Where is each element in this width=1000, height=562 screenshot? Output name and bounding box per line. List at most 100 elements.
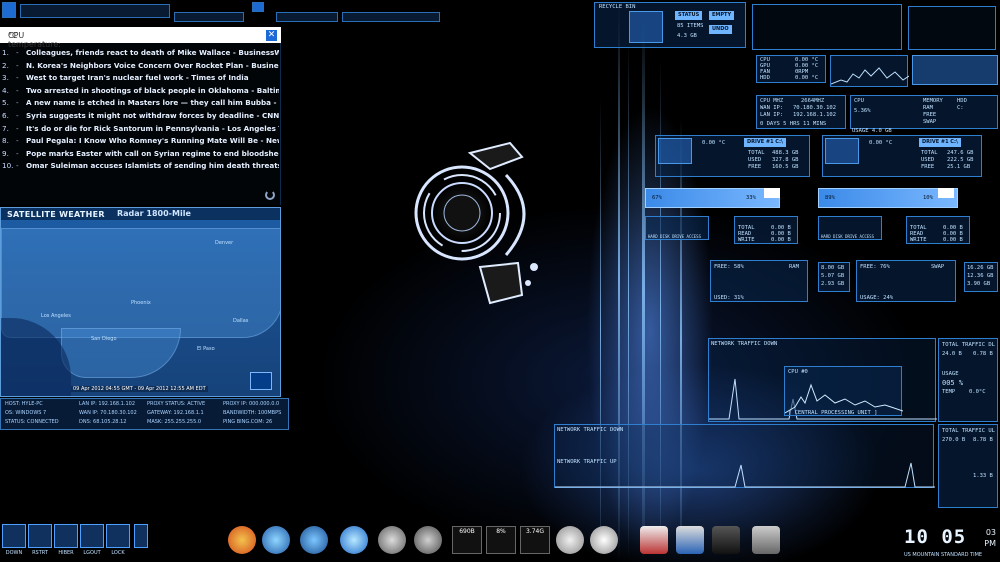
- app-icon[interactable]: [378, 526, 406, 554]
- satellite-icon[interactable]: [556, 526, 584, 554]
- news-item[interactable]: 5. - A new name is etched in Masters lore …: [2, 97, 279, 110]
- dock-gauge[interactable]: 8%: [486, 526, 516, 554]
- news-item[interactable]: 9. - Pope marks Easter with call on Syrian…: [2, 148, 279, 161]
- sysinfo-panel: CPU MHZ 2664MHZ WAN IP: 70.180.30.102 LA…: [756, 95, 846, 129]
- news-item[interactable]: 6. - Syria suggests it might not withdraw …: [2, 110, 279, 123]
- circular-gadget[interactable]: [410, 135, 550, 325]
- drive-c-io-panel: TOTAL 0.00 B READ 0.00 B WRITE 0.00 B: [734, 216, 798, 244]
- news-item[interactable]: 1. - Colleagues, friends react to death of…: [2, 47, 279, 60]
- temperature-panel: CPU 0.00 °C GPU 0.00 °C FAN 0RPM HDD 0.0…: [756, 55, 826, 83]
- cpu-temp-unit: °C: [8, 31, 18, 40]
- traffic-bottom-graph: [555, 462, 935, 488]
- gateway-info: GATEWAY: 192.168.1.1: [147, 410, 204, 416]
- recycle-size: 4.3 GB: [677, 33, 697, 39]
- map-label: San Diego: [91, 336, 117, 342]
- map-label: Phoenix: [131, 300, 151, 306]
- chevron-down-icon[interactable]: [764, 188, 780, 198]
- map-label: Denver: [215, 240, 234, 246]
- refresh-icon[interactable]: [265, 190, 275, 200]
- hibernate-icon[interactable]: [54, 524, 78, 548]
- hibernate-label: HIBER: [58, 550, 74, 556]
- satellite-weather-panel: SATELLITE WEATHER Radar 1800-Mile Denver…: [0, 207, 281, 397]
- news-item[interactable]: 10. - Omar Suleiman accuses Islamists of s…: [2, 160, 279, 173]
- clock-seconds: 03: [985, 528, 996, 537]
- restart-icon[interactable]: [28, 524, 52, 548]
- news-item[interactable]: 3. - West to target Iran's nuclear fuel wo…: [2, 72, 279, 85]
- news-item[interactable]: 2. - N. Korea's Neighbors Voice Concern Ov…: [2, 60, 279, 73]
- news-header: CPU temperature: °C ✕: [0, 27, 281, 49]
- app-icon[interactable]: [752, 526, 780, 554]
- drive-c-panel: 0.00 °C DRIVE #1 C:\ TOTAL 488.3 GB USED…: [655, 135, 810, 177]
- map-land: [61, 328, 181, 378]
- cpu-unit-label: [ CENTRAL PROCESSING UNIT ]: [788, 410, 878, 416]
- news-item[interactable]: 7. - It's do or die for Rick Santorum in P…: [2, 123, 279, 136]
- drive-d-panel: 0.00 °C DRIVE #1 C:\ TOTAL 247.6 GB USED…: [822, 135, 982, 177]
- network-info-panel: HOST: HYLE-PC OS: WINDOWS 7 STATUS: CONN…: [0, 398, 289, 430]
- map-label: Los Angeles: [41, 313, 71, 319]
- app-icon[interactable]: [262, 526, 290, 554]
- usage-label: USAGE 4.0 GB: [852, 128, 892, 134]
- globe-icon[interactable]: [300, 526, 328, 554]
- hdd-icon: [658, 138, 692, 164]
- recycle-bin-icon[interactable]: [629, 11, 663, 43]
- weather-channel-logo: [250, 372, 272, 390]
- lock-icon[interactable]: [106, 524, 130, 548]
- proxy-ip: PROXY IP: 000.000.0.0: [223, 401, 280, 407]
- news-feed-panel: CPU temperature: °C ✕ 1. - Colleagues, fri…: [0, 27, 281, 205]
- drive-d-activity-graph: HARD DISK DRIVE ACCESS: [818, 216, 882, 240]
- cpu-bars: [912, 55, 998, 85]
- empty-button[interactable]: EMPTY: [709, 11, 735, 20]
- undo-button[interactable]: UNDO: [709, 25, 732, 34]
- start-orb-icon[interactable]: [228, 526, 256, 554]
- drive-d-io-panel: TOTAL 0.00 B READ 0.00 B WRITE 0.00 B: [906, 216, 970, 244]
- app-icon[interactable]: [712, 526, 740, 554]
- dock-gauge[interactable]: 3.74G: [520, 526, 550, 554]
- news-item[interactable]: 8. - Paul Pegala: I Know Who Romney's Runn…: [2, 135, 279, 148]
- network-traffic-panel: NETWORK TRAFFIC DOWN NETWORK TRAFFIC UP: [554, 424, 935, 488]
- news-item[interactable]: 4. - Two arrested in shootings of black pe…: [2, 85, 279, 98]
- chevron-down-icon[interactable]: [938, 188, 954, 198]
- strip-box: [20, 4, 170, 18]
- recycle-items: 85 ITEMS: [677, 23, 704, 29]
- strip-icon[interactable]: [2, 2, 16, 18]
- ram-values: 8.00 GB 5.07 GB 2.93 GB: [818, 262, 850, 292]
- shutdown-icon[interactable]: [2, 524, 26, 548]
- light-streak: [600, 100, 601, 560]
- app-icon[interactable]: [340, 526, 368, 554]
- clock-time: 10 05: [904, 526, 967, 548]
- news-list: 1. - Colleagues, friends react to death of…: [2, 47, 279, 173]
- total-traffic-dl-panel: TOTAL TRAFFIC DL 24.0 B 0.78 B USAGE 005…: [938, 338, 998, 422]
- cpu-graph-line: [830, 67, 910, 85]
- ram-panel: FREE: 58% RAM USED: 31%: [710, 260, 808, 302]
- proxy-status: PROXY STATUS: ACTIVE: [147, 401, 206, 407]
- desktop: CPU temperature: °C ✕ 1. - Colleagues, fri…: [0, 0, 1000, 562]
- weather-subtitle: Radar 1800-Mile: [117, 209, 191, 218]
- recycle-bin-panel: RECYCLE BIN STATUS 85 ITEMS 4.3 GB EMPTY…: [594, 2, 746, 48]
- cpu-memory-panel: CPU 5.36% MEMORY RAM FREE SWAP HDD C:: [850, 95, 998, 129]
- total-traffic-ul-panel: TOTAL TRAFFIC UL 270.0 B 8.78 B 1.33 B: [938, 424, 998, 508]
- logout-icon[interactable]: [80, 524, 104, 548]
- strip-icon[interactable]: [252, 2, 264, 12]
- strip-box: [276, 12, 338, 22]
- lock-label: LOCK: [111, 550, 125, 556]
- app-icon[interactable]: [640, 526, 668, 554]
- close-icon[interactable]: ✕: [266, 30, 277, 41]
- swap-panel: FREE: 76% SWAP USAGE: 24%: [856, 260, 956, 302]
- recycle-title: RECYCLE BIN: [599, 4, 636, 10]
- ping-info: PING BING.COM: 26: [223, 419, 273, 425]
- lan-ip: LAN IP: 192.168.1.102: [79, 401, 135, 407]
- photoshop-icon[interactable]: [676, 526, 704, 554]
- mask-info: MASK: 255.255.255.0: [147, 419, 202, 425]
- clock-ampm: PM: [984, 539, 996, 548]
- host-info: HOST: HYLE-PC: [5, 401, 43, 407]
- logout-label: LGOUT: [83, 550, 101, 556]
- recycle-status: STATUS: [675, 11, 703, 20]
- menu-icon[interactable]: [134, 524, 148, 548]
- swap-values: 16.26 GB 12.36 GB 3.90 GB: [964, 262, 998, 292]
- dock-gauge[interactable]: 690B: [452, 526, 482, 554]
- clock-timezone: US MOUNTAIN STANDARD TIME: [904, 552, 983, 558]
- hdd-icon: [825, 138, 859, 164]
- restart-label: RSTRT: [32, 550, 48, 556]
- clock-icon[interactable]: [590, 526, 618, 554]
- app-icon[interactable]: [414, 526, 442, 554]
